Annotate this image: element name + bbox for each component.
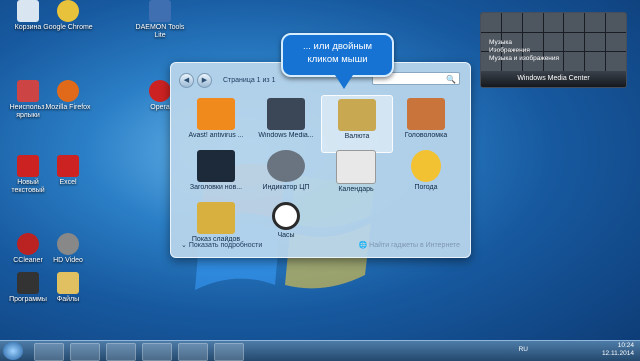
weather-sun-icon — [411, 150, 441, 182]
video-icon — [57, 233, 79, 255]
slideshow-icon — [197, 202, 235, 234]
callout-line-1: ... или двойным — [302, 41, 373, 52]
desktop-icon-files[interactable]: Файлы — [40, 272, 96, 304]
desktop-icon-chrome[interactable]: Google Chrome — [40, 0, 96, 32]
gadget-currency[interactable]: Валюта — [321, 95, 393, 153]
firefox-icon — [57, 80, 79, 102]
media-menu-music-pictures[interactable]: Музыка и изображения — [489, 55, 559, 63]
gadget-gallery-footer: ⌄ Показать подробности 🌐 Найти гаджеты в… — [181, 239, 460, 251]
clock-time: 10:24 — [617, 342, 634, 349]
gadget-puzzle[interactable]: Головоломка — [391, 95, 461, 151]
taskbar-explorer[interactable] — [34, 343, 64, 361]
clock[interactable]: 10:24 12.11.2014 — [602, 342, 634, 358]
ccleaner-icon — [17, 233, 39, 255]
callout-tail — [335, 75, 353, 89]
media-center-icon — [267, 98, 305, 130]
callout-line-2: кликом мыши — [307, 54, 368, 65]
desktop-icon-firefox[interactable]: Mozilla Firefox — [40, 80, 96, 112]
cpu-meter-icon — [267, 150, 305, 182]
tutorial-callout: ... или двойным кликом мыши — [281, 33, 394, 77]
document-icon — [17, 155, 39, 177]
media-center-menu: Музыка Изображения Музыка и изображения — [489, 39, 559, 63]
taskbar-app[interactable] — [106, 343, 136, 361]
desktop-icon-excel[interactable]: Excel — [40, 155, 96, 187]
gadget-gallery-window: ◀ ▶ Страница 1 из 1 🔍 Avast! antivirus .… — [170, 62, 471, 258]
folder-icon — [17, 272, 39, 294]
media-menu-music[interactable]: Музыка — [489, 39, 559, 47]
desktop-icon-daemon-tools[interactable]: DAEMON Tools Lite — [132, 0, 188, 40]
media-center-gadget[interactable]: Музыка Изображения Музыка и изображения … — [480, 12, 627, 88]
taskbar-window[interactable] — [214, 343, 244, 361]
taskbar-camtasia[interactable] — [142, 343, 172, 361]
currency-icon — [338, 99, 376, 131]
avast-icon — [197, 98, 235, 130]
folder-icon — [57, 272, 79, 294]
gadget-weather[interactable]: Погода — [391, 147, 461, 203]
next-page-button[interactable]: ▶ — [197, 72, 212, 88]
clock-icon — [272, 202, 300, 230]
taskbar-camtasia-2[interactable] — [178, 343, 208, 361]
clock-date: 12.11.2014 — [601, 350, 634, 357]
spreadsheet-icon — [57, 155, 79, 177]
taskbar: RU 10:24 12.11.2014 — [0, 340, 640, 361]
puzzle-icon — [407, 98, 445, 130]
calendar-icon — [336, 150, 376, 184]
media-menu-pictures[interactable]: Изображения — [489, 47, 559, 55]
opera-icon — [149, 80, 171, 102]
taskbar-firefox[interactable] — [70, 343, 100, 361]
recycle-bin-icon — [17, 0, 39, 22]
gadget-cpu-meter[interactable]: Индикатор ЦП — [251, 147, 321, 203]
show-details-link[interactable]: ⌄ Показать подробности — [181, 241, 262, 249]
media-center-title: Windows Media Center — [481, 71, 626, 87]
gadget-avast[interactable]: Avast! antivirus ... — [181, 95, 251, 151]
find-gadgets-online-link[interactable]: 🌐 Найти гаджеты в Интернете — [358, 241, 460, 249]
folder-icon — [17, 80, 39, 102]
chrome-icon — [57, 0, 79, 22]
gadget-news-headlines[interactable]: Заголовки нов... — [181, 147, 251, 203]
daemon-tools-icon — [149, 0, 171, 22]
prev-page-button[interactable]: ◀ — [179, 72, 194, 88]
gadget-windows-media[interactable]: Windows Media... — [251, 95, 321, 151]
desktop-icon-hd-video[interactable]: HD Video — [40, 233, 96, 265]
news-icon — [197, 150, 235, 182]
start-button[interactable] — [3, 342, 23, 360]
gadget-calendar[interactable]: Календарь — [321, 147, 391, 203]
language-indicator[interactable]: RU — [519, 346, 528, 353]
page-indicator: Страница 1 из 1 — [223, 76, 276, 84]
